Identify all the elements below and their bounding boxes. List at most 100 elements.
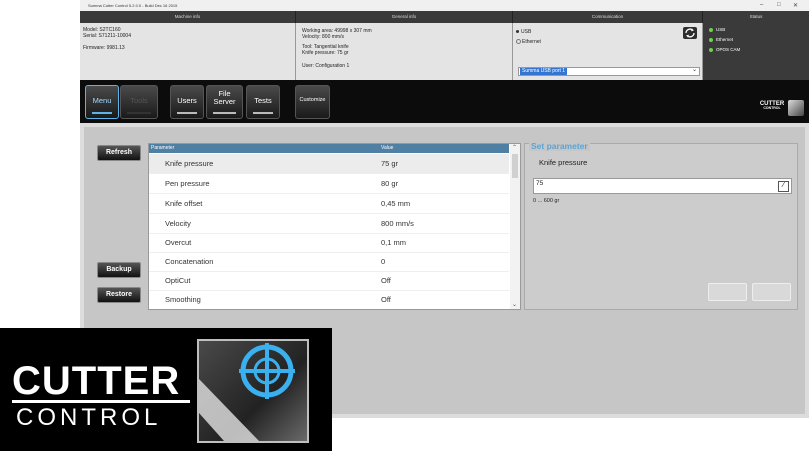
customize-button[interactable]: Customize: [295, 85, 330, 119]
chevron-down-icon: ⌄: [691, 67, 697, 73]
title-bar: Summa Cutter Control 5.2.0.0 - Build Dec…: [80, 0, 809, 11]
serial-text: Serial: S71211-10004: [83, 33, 131, 39]
tests-button-label: Tests: [254, 96, 272, 105]
table-row[interactable]: Pen pressure 80 gr: [149, 174, 509, 194]
file-server-button-indicator: [213, 112, 236, 114]
table-row[interactable]: Knife offset 0,45 mm: [149, 194, 509, 214]
ethernet-radio[interactable]: Ethernet: [516, 39, 541, 45]
column-header-parameter: Parameter: [151, 145, 175, 151]
velocity-text: Velocity: 800 mm/s: [302, 34, 344, 40]
restore-button[interactable]: Restore: [97, 287, 141, 303]
tools-button-indicator: [127, 112, 151, 114]
set-parameter-name: Knife pressure: [539, 158, 588, 167]
users-button-label: Users: [177, 96, 197, 105]
communication-panel: USB Ethernet Summa USB port 1 ⌄: [513, 23, 703, 80]
header-status: Status: [703, 11, 809, 23]
table-row[interactable]: Knife pressure 75 gr: [149, 154, 509, 174]
cancel-button[interactable]: [752, 283, 791, 301]
parameter-value-text: 75: [536, 180, 544, 187]
brand-logo-overlay: CUTTER CONTROL: [0, 328, 332, 451]
row-value: 0,45 mm: [381, 199, 411, 208]
table-header: Parameter Value: [149, 144, 509, 153]
minimize-button[interactable]: –: [760, 2, 763, 8]
scroll-down-icon[interactable]: ⌄: [512, 301, 517, 308]
close-button[interactable]: ✕: [793, 2, 798, 9]
table-row[interactable]: Concatenation 0: [149, 252, 509, 272]
row-param: Pen pressure: [165, 179, 210, 188]
edit-icon[interactable]: ⁄: [778, 181, 789, 192]
status-usb: USB: [709, 27, 725, 32]
machine-info-panel: Model: S2TC160 Serial: S71211-10004 Firm…: [80, 23, 296, 80]
refresh-icon[interactable]: [683, 27, 697, 39]
usb-radio[interactable]: USB: [516, 29, 531, 35]
apply-button[interactable]: [708, 283, 747, 301]
set-parameter-panel: Set parameter Knife pressure 75 ⁄ 0 ... …: [524, 141, 798, 310]
status-label: Ethernet: [716, 37, 734, 42]
row-param: Smoothing: [165, 295, 201, 304]
main-toolbar: Menu Tools Users File Server Tests Custom…: [80, 80, 809, 123]
tests-button-indicator: [253, 112, 273, 114]
tests-button[interactable]: Tests: [246, 85, 280, 119]
user-text: User: Configuration 1: [302, 63, 350, 69]
table-row[interactable]: Smoothing Off: [149, 290, 509, 309]
table-row[interactable]: Velocity 800 mm/s: [149, 214, 509, 234]
parameter-table: Parameter Value Knife pressure 75 gr Pen …: [148, 143, 521, 310]
table-row[interactable]: OptiCut Off: [149, 271, 509, 291]
tools-button-label: Tools: [130, 96, 148, 105]
status-ok-icon: [709, 27, 713, 32]
refresh-button[interactable]: Refresh: [97, 145, 141, 161]
parameter-value-input[interactable]: 75 ⁄: [533, 178, 792, 194]
customize-button-label: Customize: [299, 97, 326, 103]
row-value: 75 gr: [381, 159, 399, 168]
row-value: Off: [381, 276, 391, 285]
brand-line2: CONTROL: [16, 404, 162, 431]
maximize-button[interactable]: □: [777, 2, 781, 8]
brand-line1: CUTTER: [12, 359, 181, 403]
small-logo-line2: CONTROL: [763, 106, 781, 110]
row-value: 0: [381, 257, 386, 266]
status-panel: USB Ethernet OPOS CAM: [703, 23, 809, 80]
row-param: Knife offset: [165, 199, 203, 208]
firmware-text: Firmware: 9981.13: [83, 45, 125, 51]
scrollbar-thumb[interactable]: [512, 154, 518, 178]
row-value: 0,1 mm: [381, 238, 407, 247]
menu-button[interactable]: Menu: [85, 85, 119, 119]
brand-underline: [12, 400, 190, 403]
set-parameter-title: Set parameter: [529, 141, 590, 151]
menu-button-label: Menu: [92, 96, 112, 105]
knife-pressure-text: Knife pressure: 75 gr: [302, 50, 349, 56]
usb-radio-dot: [516, 30, 519, 34]
port-select-value: Summa USB port 1: [520, 68, 568, 75]
file-server-label: File Server: [207, 90, 242, 106]
small-logo-icon: [788, 100, 804, 116]
users-button[interactable]: Users: [170, 85, 204, 119]
row-value: Off: [381, 295, 391, 304]
status-opos-cam: OPOS CAM: [709, 47, 740, 52]
backup-button[interactable]: Backup: [97, 262, 141, 278]
row-param: Overcut: [165, 238, 192, 247]
row-value: 800 mm/s: [381, 219, 414, 228]
file-server-button[interactable]: File Server: [206, 85, 243, 119]
table-scrollbar[interactable]: ⌃ ⌄: [510, 144, 520, 309]
status-ok-icon: [709, 47, 713, 52]
table-row[interactable]: Overcut 0,1 mm: [149, 233, 509, 253]
file-server-label-2: Server: [213, 97, 236, 106]
header-machine-info: Machine info: [80, 11, 296, 23]
scroll-up-icon[interactable]: ⌃: [512, 144, 517, 151]
status-label: OPOS CAM: [716, 47, 741, 52]
status-ok-icon: [709, 37, 713, 42]
tools-button[interactable]: Tools: [120, 85, 158, 119]
brand-emblem: [197, 339, 309, 443]
header-general-info: General info: [296, 11, 513, 23]
port-select[interactable]: Summa USB port 1 ⌄: [518, 67, 700, 76]
status-ethernet: Ethernet: [709, 37, 733, 42]
row-param: Knife pressure: [165, 159, 214, 168]
small-logo: CUTTER CONTROL: [758, 101, 786, 110]
status-label: USB: [716, 27, 726, 32]
ethernet-radio-dot: [516, 39, 521, 45]
parameter-range: 0 ... 600 gr: [533, 198, 560, 204]
usb-radio-label: USB: [521, 29, 532, 35]
row-value: 80 gr: [381, 179, 399, 188]
ethernet-radio-label: Ethernet: [522, 39, 541, 45]
row-param: OptiCut: [165, 276, 191, 285]
